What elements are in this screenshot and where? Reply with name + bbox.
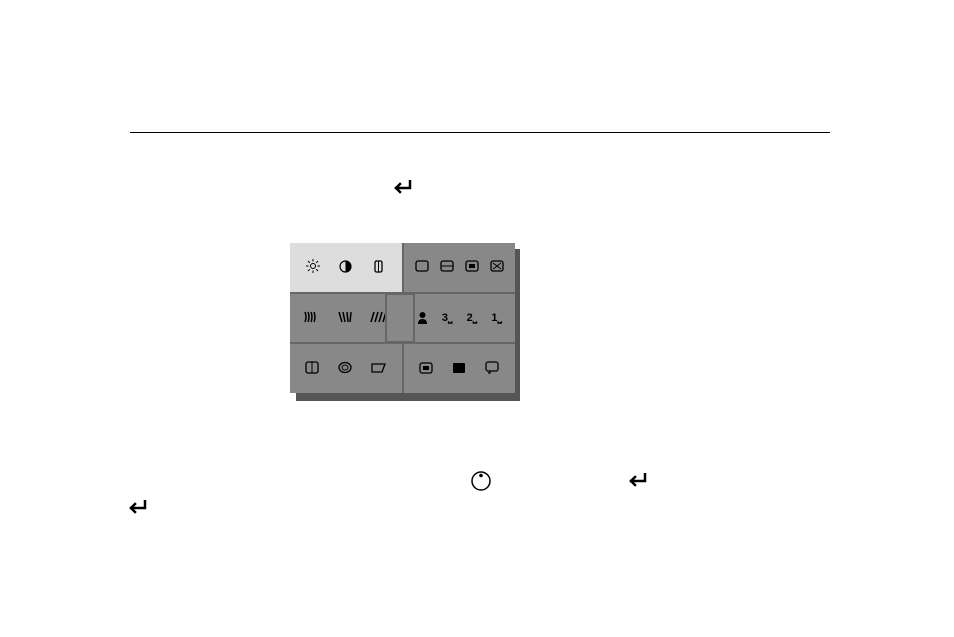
enter-icon bbox=[125, 500, 147, 521]
language-icon bbox=[452, 362, 466, 376]
dial-icon bbox=[470, 470, 492, 497]
contrast-icon bbox=[339, 260, 352, 275]
vsize-icon bbox=[465, 260, 479, 274]
info-icon bbox=[485, 361, 499, 376]
zoom-icon bbox=[490, 260, 504, 274]
osd-row bbox=[290, 243, 515, 294]
enter-icon bbox=[625, 473, 647, 494]
osd-menu: 3⎵ 2⎵ 1⎵ bbox=[290, 243, 520, 398]
rotation-icon bbox=[305, 361, 319, 376]
pincushion-icon bbox=[304, 310, 322, 326]
osd-move-icon bbox=[419, 362, 433, 376]
moire-icon bbox=[338, 361, 352, 376]
osd-cell-misc-group[interactable] bbox=[290, 344, 404, 393]
degauss-icon bbox=[371, 362, 386, 376]
preset1-icon: 1⎵ bbox=[491, 313, 502, 324]
vposition-icon bbox=[440, 260, 454, 274]
enter-icon bbox=[390, 180, 412, 201]
preset3-icon: 3⎵ bbox=[442, 313, 453, 324]
osd-center-connector bbox=[385, 293, 415, 343]
osd-cell-osd-group[interactable] bbox=[404, 344, 516, 393]
brightness-icon bbox=[306, 259, 320, 275]
hsize-icon bbox=[415, 260, 429, 274]
preset2-icon: 2⎵ bbox=[467, 313, 478, 324]
osd-cell-brightness-group[interactable] bbox=[290, 243, 404, 292]
user-icon bbox=[417, 311, 428, 326]
section-divider bbox=[130, 132, 830, 133]
osd-cell-size-group[interactable] bbox=[404, 243, 516, 292]
hposition-icon bbox=[371, 260, 386, 275]
osd-cell-color-group[interactable]: 3⎵ 2⎵ 1⎵ bbox=[404, 294, 516, 343]
osd-row bbox=[290, 344, 515, 393]
trapezoid-icon bbox=[337, 310, 355, 326]
